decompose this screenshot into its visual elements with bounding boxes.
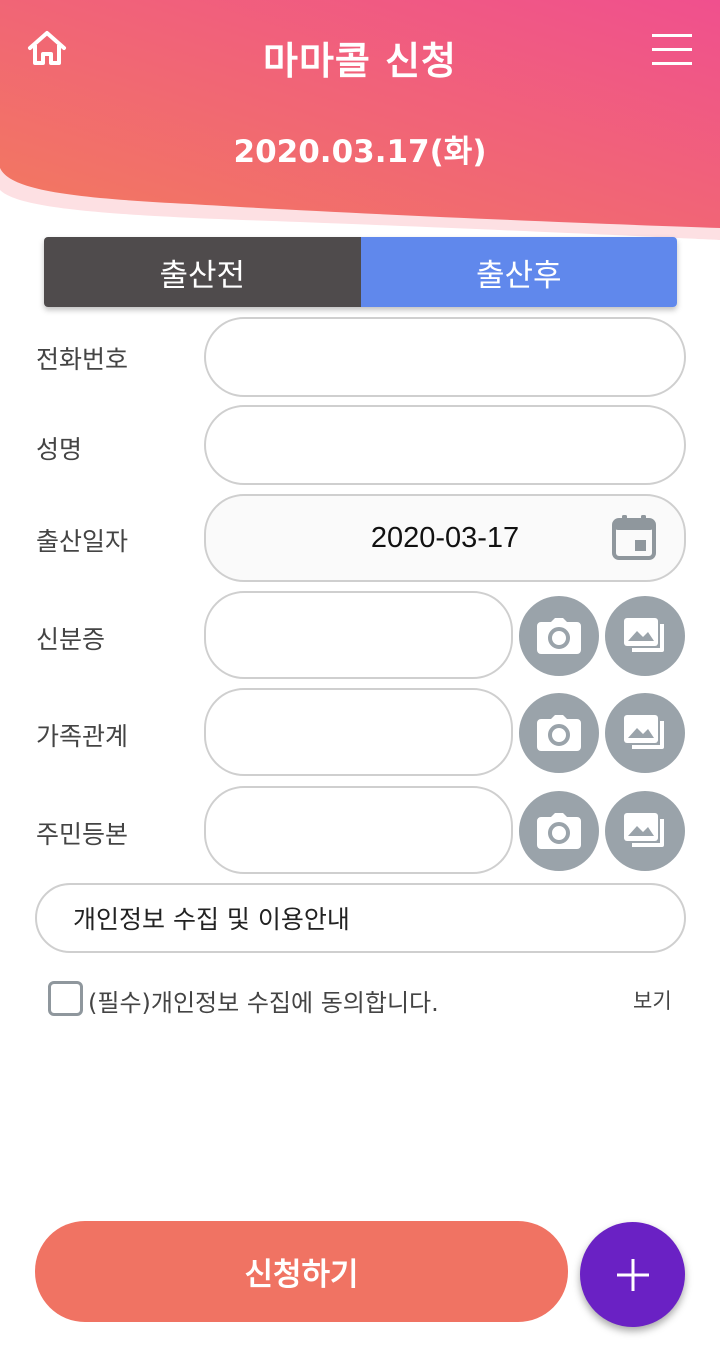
camera-icon xyxy=(537,618,581,654)
camera-icon xyxy=(537,715,581,751)
tab-before-birth[interactable]: 출산전 xyxy=(44,237,361,307)
page-title: 마마콜 신청 xyxy=(262,39,458,83)
gallery-icon xyxy=(624,715,664,749)
privacy-agree-label: (필수)개인정보 수집에 동의합니다. xyxy=(88,989,439,1017)
phone-label: 전화번호 xyxy=(36,345,129,374)
gallery-icon xyxy=(624,813,664,847)
id-card-field[interactable] xyxy=(204,591,513,679)
family-camera-button[interactable] xyxy=(519,693,599,773)
id-card-label: 신분증 xyxy=(36,625,106,654)
plus-icon xyxy=(616,1258,649,1291)
resident-label: 주민등본 xyxy=(36,820,129,849)
resident-field[interactable] xyxy=(204,786,513,874)
birth-date-field[interactable]: 2020-03-17 xyxy=(204,494,686,582)
family-label: 가족관계 xyxy=(36,722,129,751)
id-card-gallery-button[interactable] xyxy=(605,596,685,676)
privacy-notice-text: 개인정보 수집 및 이용안내 xyxy=(73,905,350,934)
gallery-icon xyxy=(624,618,664,652)
resident-gallery-button[interactable] xyxy=(605,791,685,871)
family-gallery-button[interactable] xyxy=(605,693,685,773)
submit-button[interactable]: 신청하기 xyxy=(35,1221,568,1322)
privacy-agree-checkbox[interactable] xyxy=(48,981,83,1016)
calendar-icon[interactable] xyxy=(612,514,656,560)
family-field[interactable] xyxy=(204,688,513,776)
name-field[interactable] xyxy=(204,405,686,485)
privacy-view-link[interactable]: 보기 xyxy=(633,985,672,1015)
birth-date-value: 2020-03-17 xyxy=(370,521,520,554)
header-date: 2020.03.17(화) xyxy=(233,134,487,170)
resident-camera-button[interactable] xyxy=(519,791,599,871)
birth-tabs: 출산전 출산후 xyxy=(44,237,677,307)
tab-after-birth[interactable]: 출산후 xyxy=(360,237,677,307)
phone-field[interactable] xyxy=(204,317,686,397)
camera-icon xyxy=(537,813,581,849)
menu-button[interactable] xyxy=(650,30,694,70)
app-header: 마마콜 신청 2020.03.17(화) xyxy=(0,0,720,240)
name-label: 성명 xyxy=(36,435,83,464)
privacy-notice-box[interactable]: 개인정보 수집 및 이용안내 xyxy=(35,883,686,953)
hamburger-menu-icon xyxy=(652,34,692,65)
id-card-camera-button[interactable] xyxy=(519,596,599,676)
birth-date-label: 출산일자 xyxy=(36,527,129,556)
add-fab-button[interactable] xyxy=(580,1222,685,1327)
